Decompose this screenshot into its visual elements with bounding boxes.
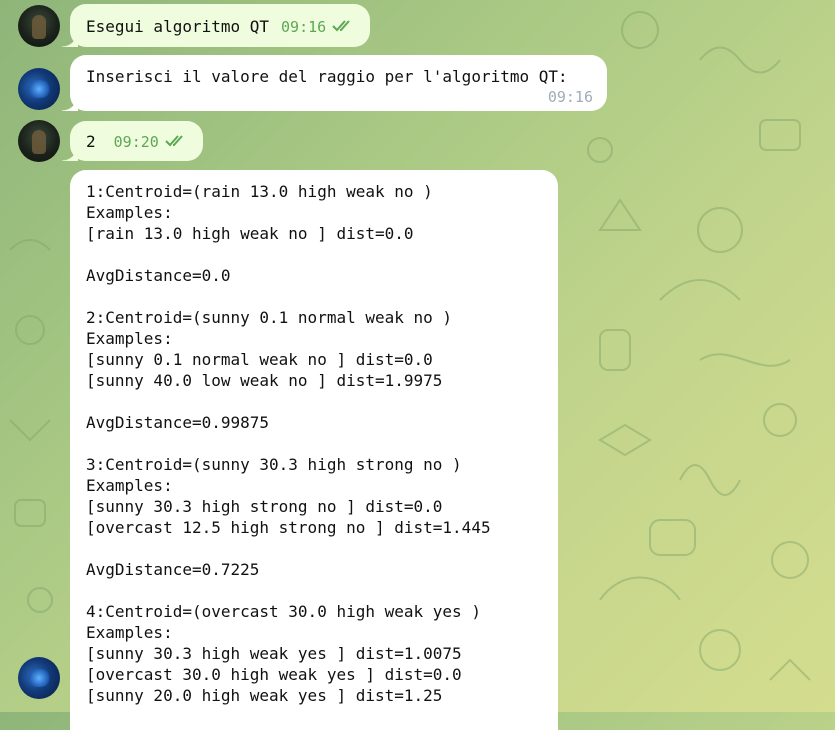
double-check-icon bbox=[165, 132, 187, 153]
message-text: 2 bbox=[86, 132, 96, 151]
message-time: 09:16 bbox=[547, 88, 593, 106]
message-line bbox=[86, 391, 542, 412]
message-line: [overcast 30.0 high weak yes ] dist=0.0 bbox=[86, 665, 462, 684]
message-line bbox=[86, 538, 542, 559]
message-line: Examples: bbox=[86, 329, 173, 348]
message-line bbox=[86, 580, 542, 601]
message-line: 1:Centroid=(rain 13.0 high weak no ) bbox=[86, 182, 433, 201]
message-line: 2:Centroid=(sunny 0.1 normal weak no ) bbox=[86, 308, 453, 327]
message-line: [sunny 30.3 high weak yes ] dist=1.0075 bbox=[86, 644, 462, 663]
message-text: Esegui algoritmo QT bbox=[86, 17, 270, 36]
message-line: AvgDistance=0.7225 bbox=[86, 560, 260, 579]
message-line: AvgDistance=0.99875 bbox=[86, 413, 270, 432]
message-line: AvgDistance=0.0 bbox=[86, 266, 231, 285]
message-line: Examples: bbox=[86, 203, 173, 222]
message-time: 09:20 bbox=[113, 133, 159, 151]
double-check-icon bbox=[332, 17, 354, 38]
message-line bbox=[86, 286, 542, 307]
avatar-bot[interactable] bbox=[18, 657, 60, 699]
avatar-user[interactable] bbox=[18, 120, 60, 162]
message-outgoing[interactable]: 2 09:20 bbox=[62, 121, 203, 161]
message-incoming[interactable]: Inserisci il valore del raggio per l'alg… bbox=[62, 55, 607, 111]
message-incoming-clusters[interactable]: 1:Centroid=(rain 13.0 high weak no ) Exam… bbox=[70, 170, 558, 730]
message-line: [sunny 20.0 high weak yes ] dist=1.25 bbox=[86, 686, 443, 705]
avatar-user[interactable] bbox=[18, 5, 60, 47]
message-line: Examples: bbox=[86, 476, 173, 495]
message-line: [sunny 40.0 low weak no ] dist=1.9975 bbox=[86, 371, 443, 390]
message-outgoing[interactable]: Esegui algoritmo QT 09:16 bbox=[61, 4, 371, 47]
message-line: [sunny 0.1 normal weak no ] dist=0.0 bbox=[86, 350, 433, 369]
message-line: 3:Centroid=(sunny 30.3 high strong no ) bbox=[86, 455, 462, 474]
message-line bbox=[86, 244, 542, 265]
message-text: Inserisci il valore del raggio per l'alg… bbox=[86, 67, 568, 86]
message-line: [overcast 12.5 high strong no ] dist=1.4… bbox=[86, 518, 491, 537]
message-line: Examples: bbox=[86, 623, 173, 642]
message-line: [sunny 30.3 high strong no ] dist=0.0 bbox=[86, 497, 443, 516]
avatar-bot[interactable] bbox=[18, 68, 60, 110]
cluster-output: 1:Centroid=(rain 13.0 high weak no ) Exam… bbox=[86, 181, 542, 706]
message-time: 09:16 bbox=[281, 18, 327, 36]
message-line: [rain 13.0 high weak no ] dist=0.0 bbox=[86, 224, 414, 243]
message-line bbox=[86, 433, 542, 454]
message-line: 4:Centroid=(overcast 30.0 high weak yes … bbox=[86, 602, 481, 621]
